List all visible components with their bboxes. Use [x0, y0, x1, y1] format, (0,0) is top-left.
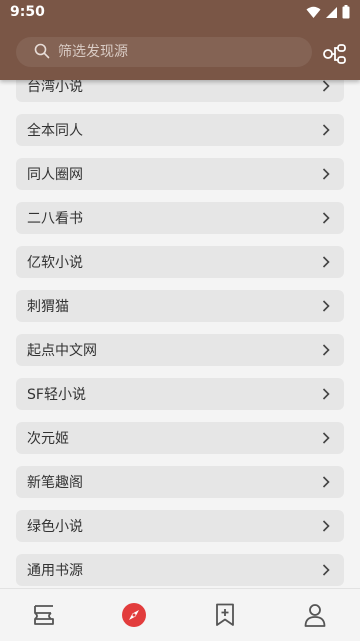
bottom-navigation [0, 588, 360, 641]
signal-icon [326, 6, 337, 18]
battery-icon [342, 5, 350, 19]
chevron-right-icon [322, 520, 330, 532]
list-item[interactable]: 全本同人 [16, 114, 344, 146]
nav-compass-icon[interactable] [121, 602, 147, 628]
list-item-label: 同人圈网 [27, 167, 83, 183]
nav-bookshelf-icon[interactable] [31, 602, 57, 628]
list-item-label: 起点中文网 [27, 343, 97, 359]
search-input[interactable] [56, 43, 290, 61]
chevron-right-icon [322, 168, 330, 180]
list-item-label: 二八看书 [27, 211, 83, 227]
status-time: 9:50 [10, 4, 45, 20]
list-item-label: 全本同人 [27, 123, 83, 139]
search-bar[interactable] [16, 37, 312, 67]
nav-bookmark-add-icon[interactable] [212, 602, 238, 628]
list-item[interactable]: 刺猬猫 [16, 290, 344, 322]
chevron-right-icon [322, 256, 330, 268]
list-item[interactable]: 二八看书 [16, 202, 344, 234]
chevron-right-icon [322, 124, 330, 136]
status-bar: 9:50 [0, 0, 360, 24]
list-item[interactable]: SF轻小说 [16, 378, 344, 410]
group-icon[interactable] [322, 42, 348, 66]
chevron-right-icon [322, 344, 330, 356]
list-item-label: 通用书源 [27, 563, 83, 579]
list-item[interactable]: 次元姬 [16, 422, 344, 454]
list-item[interactable]: 绿色小说 [16, 510, 344, 542]
status-icons [306, 5, 350, 19]
chevron-right-icon [322, 432, 330, 444]
list-item[interactable]: 起点中文网 [16, 334, 344, 366]
list-item-label: 刺猬猫 [27, 299, 69, 315]
top-app-bar: 9:50 [0, 0, 360, 80]
chevron-right-icon [322, 476, 330, 488]
list-item[interactable]: 亿软小说 [16, 246, 344, 278]
list-item[interactable]: 通用书源 [16, 554, 344, 586]
chevron-right-icon [322, 300, 330, 312]
chevron-right-icon [322, 212, 330, 224]
list-item-label: 绿色小说 [27, 519, 83, 535]
list-item-label: 新笔趣阁 [27, 475, 83, 491]
list-item-label: 亿软小说 [27, 255, 83, 271]
list-item[interactable]: 同人圈网 [16, 158, 344, 190]
wifi-icon [306, 6, 321, 18]
list-item-label: SF轻小说 [27, 387, 86, 403]
discovery-source-list: 台湾小说 全本同人 同人圈网 二八看书 亿软小说 刺猬猫 起点中文网 SF轻小说… [16, 68, 344, 588]
nav-person-icon[interactable] [302, 602, 328, 628]
chevron-right-icon [322, 388, 330, 400]
chevron-right-icon [322, 80, 330, 92]
chevron-right-icon [322, 564, 330, 576]
search-icon [34, 43, 50, 63]
list-item-label: 次元姬 [27, 431, 69, 447]
list-item[interactable]: 新笔趣阁 [16, 466, 344, 498]
